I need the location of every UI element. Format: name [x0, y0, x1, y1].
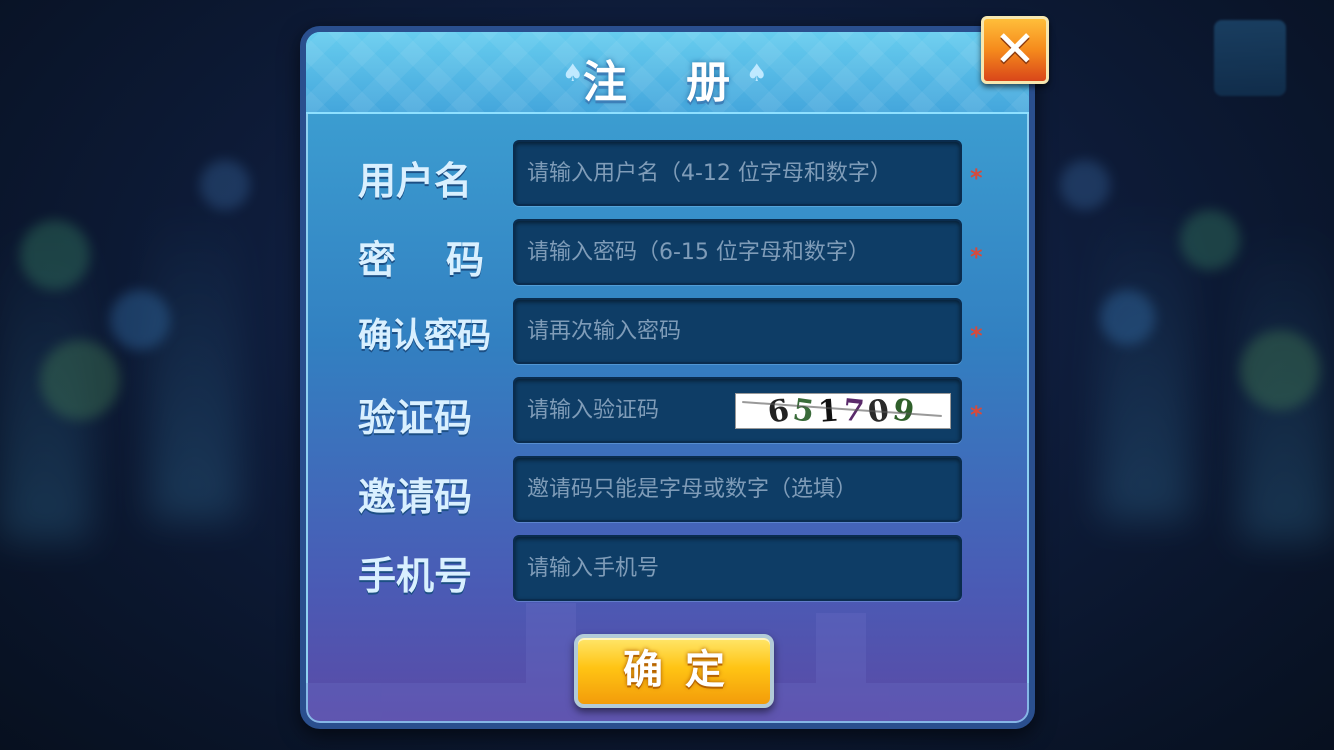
required-marker: * — [970, 401, 983, 429]
invite-code-field-box — [513, 456, 962, 522]
form-row-captcha: 验证码 6 5 1 7 0 9 * — [306, 377, 1029, 443]
dialog-header: ♠ 注 册 ♠ — [306, 32, 1029, 114]
background-app-icon — [1214, 20, 1286, 96]
captcha-field-box: 6 5 1 7 0 9 — [513, 377, 962, 443]
captcha-char: 5 — [790, 391, 821, 431]
spade-right-icon: ♠ — [746, 59, 768, 87]
username-label: 用户名 — [358, 159, 473, 203]
captcha-image[interactable]: 6 5 1 7 0 9 — [735, 391, 951, 431]
bokeh-light — [40, 340, 120, 420]
confirm-password-label: 确认密码 — [358, 316, 491, 356]
stage-light — [1100, 200, 1190, 520]
required-marker: * — [970, 322, 983, 350]
captcha-label: 验证码 — [358, 396, 473, 440]
username-field-box — [513, 140, 962, 206]
close-icon: ✕ — [994, 20, 1036, 78]
phone-field-box — [513, 535, 962, 601]
required-marker: * — [970, 243, 983, 271]
password-label: 密码 — [358, 238, 535, 282]
confirm-password-field-box — [513, 298, 962, 364]
confirm-password-input[interactable] — [527, 300, 957, 362]
invite-code-label: 邀请码 — [358, 475, 473, 519]
captcha-char: 1 — [816, 392, 845, 430]
username-input[interactable] — [527, 142, 957, 204]
confirm-button[interactable]: 确定 — [574, 634, 774, 708]
form-row-confirm-password: 确认密码 * — [306, 298, 1029, 364]
invite-code-input[interactable] — [527, 458, 957, 520]
password-input[interactable] — [527, 221, 957, 283]
required-marker: * — [970, 164, 983, 192]
form-row-invite-code: 邀请码 — [306, 456, 1029, 522]
phone-label: 手机号 — [358, 554, 473, 598]
form-row-password: 密码 * — [306, 219, 1029, 285]
bokeh-light — [110, 290, 170, 350]
form-row-phone: 手机号 — [306, 535, 1029, 601]
password-field-box — [513, 219, 962, 285]
bokeh-light — [1060, 160, 1110, 210]
stage-light — [150, 200, 240, 520]
close-button[interactable]: ✕ — [981, 16, 1049, 84]
bokeh-light — [200, 160, 250, 210]
bokeh-light — [1240, 330, 1320, 410]
bokeh-light — [20, 220, 90, 290]
bokeh-light — [1180, 210, 1240, 270]
form-row-username: 用户名 * — [306, 140, 1029, 206]
captcha-input[interactable] — [527, 379, 727, 441]
bokeh-light — [1100, 290, 1155, 345]
phone-input[interactable] — [527, 537, 957, 599]
dialog-title: 注 册 — [582, 57, 753, 108]
register-dialog: ♠ 注 册 ♠ 用户名 * 密码 * 确认密码 * 验证码 6 5 — [300, 26, 1035, 729]
